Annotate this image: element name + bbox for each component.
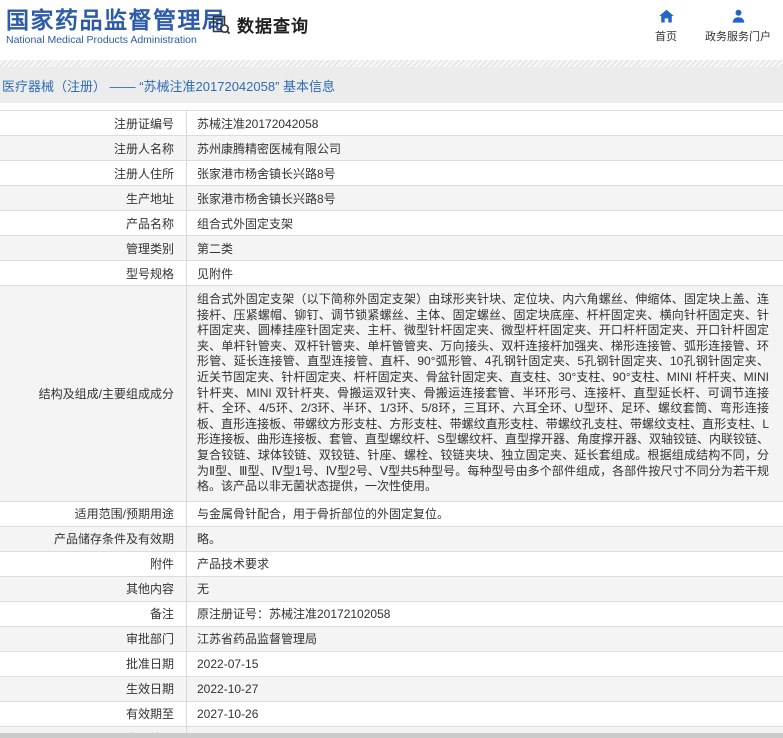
- nav-gov-portal-label: 政务服务门户: [705, 31, 771, 43]
- table-row: 型号规格 见附件: [0, 261, 783, 286]
- row-label-text: 生产地址: [125, 191, 174, 206]
- row-value: 第二类: [197, 241, 234, 256]
- divider-stripe: [0, 60, 783, 67]
- table-row: 批准日期 2022-07-15: [0, 651, 783, 677]
- row-value: 张家港市杨舍镇长兴路8号: [197, 191, 336, 206]
- nav-home[interactable]: 首页: [655, 8, 677, 44]
- row-label: 结构及组成/主要组成成分: [0, 286, 187, 501]
- row-value: 组合式外固定支架（以下简称外固定支架）由球形夹针块、定位块、内六角螺丝、伸缩体、…: [197, 292, 770, 494]
- row-value: 2022-07-15: [197, 656, 259, 671]
- row-label-text: 生效日期: [125, 682, 174, 697]
- table-row: 注册人名称 苏州康腾精密医械有限公司: [0, 136, 783, 161]
- home-icon: [658, 9, 674, 23]
- row-label-text: 审批部门: [125, 632, 174, 647]
- top-nav: 首页 政务服务门户: [655, 8, 771, 44]
- row-value: 原注册证号：苏械注准20172102058: [197, 607, 391, 622]
- row-label: 注册人名称: [0, 136, 187, 160]
- table-row: 附件 产品技术要求: [0, 551, 783, 577]
- row-label-text: 附件: [149, 557, 174, 572]
- row-label: 注册人住所: [0, 161, 187, 185]
- breadcrumb-text: 医疗器械（注册） —— “苏械注准20172042058” 基本信息: [2, 78, 336, 94]
- row-label-text: 注册人住所: [113, 166, 174, 181]
- document-search-icon: [212, 15, 231, 34]
- row-label-text: 适用范围/预期用途: [74, 507, 174, 522]
- row-value: 张家港市杨舍镇长兴路8号: [197, 166, 336, 181]
- row-label: 产品储存条件及有效期: [0, 526, 187, 551]
- nav-home-label: 首页: [655, 31, 677, 43]
- table-row: 有效期至 2027-10-26: [0, 701, 783, 727]
- table-row: 备注 原注册证号：苏械注准20172102058: [0, 601, 783, 627]
- row-label: 适用范围/预期用途: [0, 501, 187, 526]
- footer-strip: [0, 733, 783, 738]
- user-icon: [732, 9, 744, 23]
- row-value: 产品技术要求: [197, 557, 270, 572]
- row-label: 附件: [0, 551, 187, 576]
- table-row: 注册证编号 苏械注准20172042058: [0, 111, 783, 136]
- row-label: 产品名称: [0, 211, 187, 235]
- breadcrumb: 医疗器械（注册） —— “苏械注准20172042058” 基本信息: [0, 67, 783, 103]
- row-value: 组合式外固定支架: [197, 216, 294, 231]
- nav-gov-portal[interactable]: 政务服务门户: [705, 8, 771, 44]
- table-row: 生产地址 张家港市杨舍镇长兴路8号: [0, 186, 783, 211]
- table-row: 适用范围/预期用途 与金属骨针配合，用于骨折部位的外固定复位。: [0, 501, 783, 527]
- info-table: 注册证编号 苏械注准20172042058 注册人名称 苏州康腾精密医械有限公司 注册人…: [0, 110, 783, 738]
- table-row: 注册人住所 张家港市杨舍镇长兴路8号: [0, 161, 783, 186]
- row-label: 其他内容: [0, 576, 187, 601]
- row-label: 备注: [0, 601, 187, 626]
- row-label: 注册证编号: [0, 111, 187, 135]
- row-value: 江苏省药品监督管理局: [197, 632, 318, 647]
- row-label-text: 批准日期: [125, 657, 174, 672]
- row-label: 生效日期: [0, 676, 187, 701]
- table-row: 产品储存条件及有效期 略。: [0, 526, 783, 552]
- row-value: 略。: [197, 532, 222, 547]
- row-label-text: 管理类别: [125, 241, 174, 256]
- table-row: 审批部门 江苏省药品监督管理局: [0, 626, 783, 652]
- table-row: 管理类别 第二类: [0, 236, 783, 261]
- logo-subtitle: National Medical Products Administration: [6, 34, 197, 46]
- row-label: 管理类别: [0, 236, 187, 260]
- row-label: 审批部门: [0, 626, 187, 651]
- table-row: 结构及组成/主要组成成分 组合式外固定支架（以下简称外固定支架）由球形夹针块、定位…: [0, 286, 783, 502]
- row-value: 2027-10-26: [197, 706, 259, 721]
- data-query-title: 数据查询: [210, 12, 309, 37]
- row-value: 无: [197, 582, 210, 597]
- table-row: 其他内容 无: [0, 576, 783, 602]
- row-label: 有效期至: [0, 701, 187, 726]
- row-label-text: 产品储存条件及有效期: [53, 532, 174, 547]
- row-value: 苏械注准20172042058: [197, 116, 319, 131]
- row-label: 批准日期: [0, 651, 187, 676]
- data-query-label: 数据查询: [237, 17, 309, 36]
- logo-title: 国家药品监督管理局: [6, 7, 227, 33]
- row-value: 见附件: [197, 266, 234, 281]
- row-label-text: 结构及组成/主要组成成分: [38, 386, 174, 401]
- main-content: 注册证编号 苏械注准20172042058 注册人名称 苏州康腾精密医械有限公司 注册人…: [0, 110, 783, 738]
- site-header: 国家药品监督管理局 National Medical Products Admi…: [0, 0, 783, 60]
- row-value: 与金属骨针配合，用于骨折部位的外固定复位。: [197, 507, 450, 522]
- row-label-text: 其他内容: [125, 582, 174, 597]
- row-value: 苏州康腾精密医械有限公司: [197, 141, 342, 156]
- row-label-text: 型号规格: [125, 266, 174, 281]
- table-row: 产品名称 组合式外固定支架: [0, 211, 783, 236]
- row-label-text: 产品名称: [125, 216, 174, 231]
- row-value: 2022-10-27: [197, 681, 259, 696]
- row-label: 生产地址: [0, 186, 187, 210]
- row-label-text: 有效期至: [125, 707, 174, 722]
- nmpa-logo[interactable]: 国家药品监督管理局 National Medical Products Admi…: [6, 7, 227, 47]
- row-label-text: 备注: [149, 607, 174, 622]
- table-row: 生效日期 2022-10-27: [0, 676, 783, 702]
- row-label: 型号规格: [0, 261, 187, 285]
- row-label-text: 注册人名称: [113, 141, 174, 156]
- row-label-text: 注册证编号: [113, 116, 174, 131]
